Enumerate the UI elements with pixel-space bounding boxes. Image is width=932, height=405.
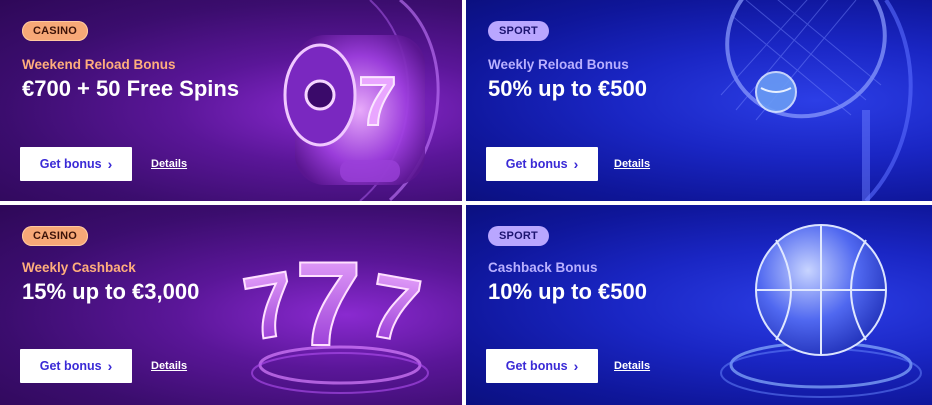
promo-card-cashback-bonus: SPORT Cashback Bonus 10% up to €500 Get …	[466, 205, 932, 405]
details-link[interactable]: Details	[151, 158, 187, 170]
chevron-right-icon: ›	[107, 358, 113, 374]
get-bonus-button[interactable]: Get bonus ›	[486, 349, 598, 383]
bonus-subtitle: Cashback Bonus	[488, 260, 598, 275]
svg-text:7: 7	[295, 237, 362, 371]
chevron-right-icon: ›	[573, 358, 579, 374]
category-badge: SPORT	[488, 21, 549, 41]
svg-text:7: 7	[361, 255, 428, 362]
details-link[interactable]: Details	[614, 360, 650, 372]
tennis-racket-icon	[720, 0, 913, 201]
button-label: Get bonus	[39, 157, 102, 171]
promo-card-weekly-cashback: 7 7 7 CASINO Weekly Cashback 15% up to €…	[0, 205, 462, 405]
bonus-subtitle: Weekly Cashback	[22, 260, 136, 275]
button-label: Get bonus	[39, 359, 102, 373]
lucky-777-icon: 7 7 7	[240, 236, 429, 394]
slot-reel-icon: 7	[283, 0, 440, 201]
bonus-subtitle: Weekend Reload Bonus	[22, 57, 176, 72]
bonus-headline: 50% up to €500	[488, 76, 647, 101]
category-badge: CASINO	[22, 226, 88, 246]
promo-card-weekly-reload: SPORT Weekly Reload Bonus 50% up to €500…	[466, 0, 932, 201]
category-badge: SPORT	[488, 226, 549, 246]
details-link[interactable]: Details	[614, 158, 650, 170]
bonus-headline: 10% up to €500	[488, 279, 647, 304]
get-bonus-button[interactable]: Get bonus ›	[20, 147, 132, 181]
get-bonus-button[interactable]: Get bonus ›	[486, 147, 598, 181]
button-label: Get bonus	[505, 359, 568, 373]
basketball-icon	[720, 224, 922, 398]
button-label: Get bonus	[505, 157, 568, 171]
chevron-right-icon: ›	[573, 156, 579, 172]
category-badge: CASINO	[22, 21, 88, 41]
bonus-headline: €700 + 50 Free Spins	[22, 76, 240, 101]
svg-text:7: 7	[240, 253, 304, 360]
bonus-subtitle: Weekly Reload Bonus	[488, 57, 629, 72]
chevron-right-icon: ›	[107, 156, 113, 172]
promo-card-weekend-reload: 7 CASINO Weekend Reload Bonus €700 + 50 …	[0, 0, 462, 201]
bonus-headline: 15% up to €3,000	[22, 279, 200, 304]
details-link[interactable]: Details	[151, 360, 187, 372]
get-bonus-button[interactable]: Get bonus ›	[20, 349, 132, 383]
svg-text:7: 7	[358, 62, 397, 140]
